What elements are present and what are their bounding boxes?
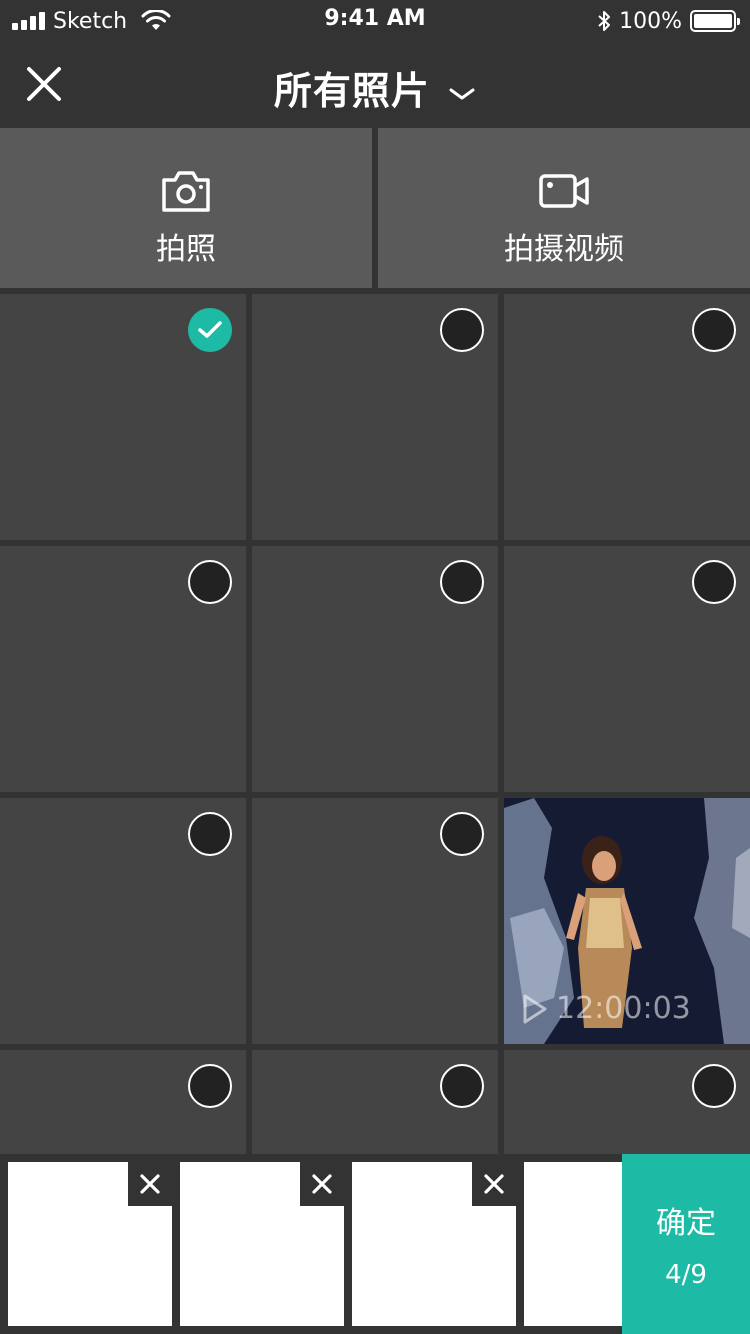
video-camera-icon xyxy=(539,174,589,208)
selected-check-icon[interactable] xyxy=(188,308,232,352)
remove-icon[interactable] xyxy=(300,1162,344,1206)
camera-icon xyxy=(162,171,210,212)
bluetooth-icon xyxy=(598,11,611,31)
photo-cell[interactable] xyxy=(504,546,750,792)
photo-cell[interactable] xyxy=(504,294,750,540)
take-photo-label: 拍照 xyxy=(156,232,216,267)
capture-row: 拍照 拍摄视频 xyxy=(0,128,750,288)
select-circle-icon[interactable] xyxy=(692,560,736,604)
select-circle-icon[interactable] xyxy=(440,308,484,352)
photo-cell[interactable] xyxy=(252,294,498,540)
video-duration: 12:00:03 xyxy=(556,991,691,1026)
selected-tray: 确定 4/9 xyxy=(0,1154,750,1334)
record-video-label: 拍摄视频 xyxy=(504,232,624,267)
status-bar: Sketch 9:41 AM 100% xyxy=(0,0,750,42)
select-circle-icon[interactable] xyxy=(188,812,232,856)
battery-icon xyxy=(690,10,740,32)
photo-cell[interactable] xyxy=(0,798,246,1044)
nav-bar: 所有照片 xyxy=(0,42,750,128)
select-circle-icon[interactable] xyxy=(692,308,736,352)
battery-percent: 100% xyxy=(619,8,682,34)
selected-thumbnail[interactable] xyxy=(8,1162,172,1326)
select-circle-icon[interactable] xyxy=(188,560,232,604)
video-cell[interactable]: 12:00:03 xyxy=(504,798,750,1044)
photo-cell[interactable] xyxy=(0,294,246,540)
selection-count: 4/9 xyxy=(665,1260,707,1290)
selected-thumbnail[interactable] xyxy=(180,1162,344,1326)
photo-cell[interactable] xyxy=(252,546,498,792)
album-selector[interactable]: 所有照片 xyxy=(0,60,750,115)
select-circle-icon[interactable] xyxy=(440,812,484,856)
video-duration-overlay: 12:00:03 xyxy=(522,991,691,1026)
album-title: 所有照片 xyxy=(273,69,430,113)
photo-cell[interactable] xyxy=(252,798,498,1044)
select-circle-icon[interactable] xyxy=(440,560,484,604)
remove-icon[interactable] xyxy=(128,1162,172,1206)
confirm-button[interactable]: 确定 4/9 xyxy=(622,1154,750,1334)
chevron-down-icon xyxy=(449,88,475,99)
take-photo-button[interactable]: 拍照 xyxy=(0,128,372,288)
photo-cell[interactable] xyxy=(0,546,246,792)
selected-thumbnail[interactable] xyxy=(352,1162,516,1326)
select-circle-icon[interactable] xyxy=(692,1064,736,1108)
play-icon xyxy=(523,994,547,1023)
remove-icon[interactable] xyxy=(472,1162,516,1206)
confirm-label: 确定 xyxy=(656,1206,716,1241)
select-circle-icon[interactable] xyxy=(440,1064,484,1108)
select-circle-icon[interactable] xyxy=(188,1064,232,1108)
record-video-button[interactable]: 拍摄视频 xyxy=(378,128,750,288)
